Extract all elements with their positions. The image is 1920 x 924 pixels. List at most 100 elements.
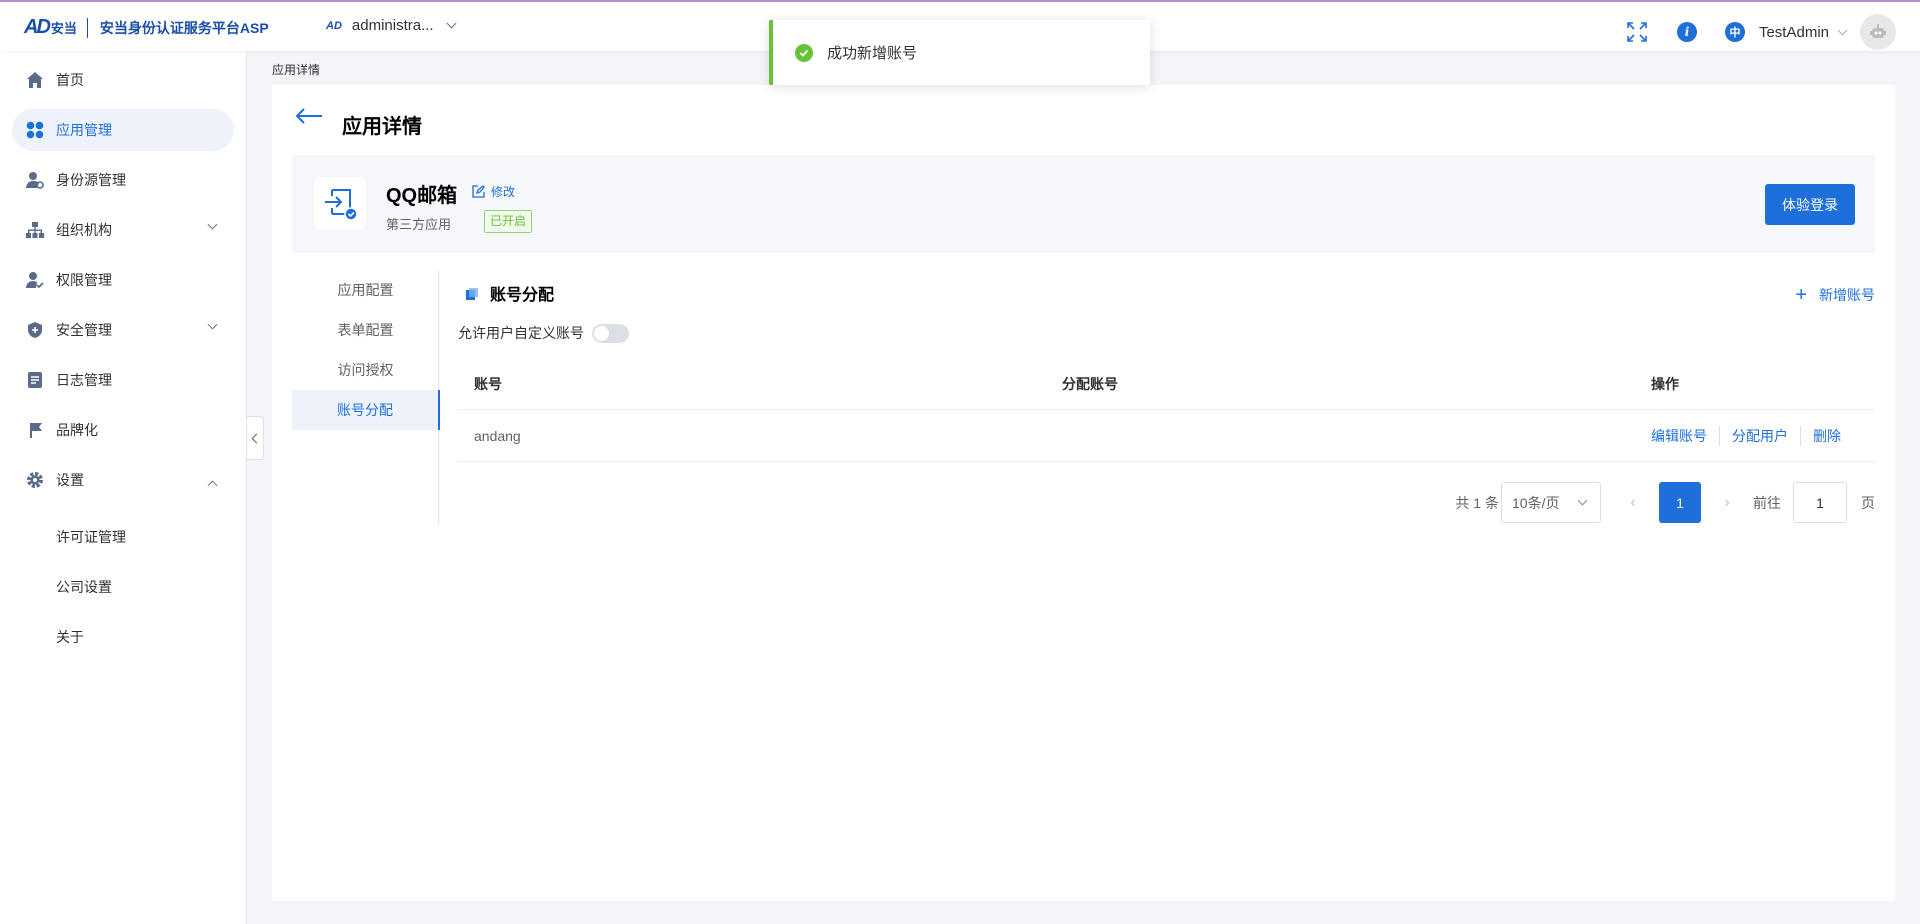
table-header: 账号 分配账号 操作 bbox=[458, 359, 1875, 410]
custom-account-toggle[interactable] bbox=[592, 323, 629, 343]
column-header-account: 账号 bbox=[474, 376, 502, 392]
tenant-switcher[interactable]: AD administra... bbox=[326, 17, 457, 34]
chevron-down-icon bbox=[446, 18, 457, 29]
sidebar-item-label: 首页 bbox=[56, 72, 84, 88]
info-icon[interactable]: i bbox=[1676, 22, 1697, 42]
cell-account: andang bbox=[474, 427, 521, 444]
edit-app-link[interactable]: 修改 bbox=[472, 183, 515, 200]
app-login-icon bbox=[314, 177, 366, 229]
page-size-select[interactable]: 10条/页 bbox=[1501, 482, 1601, 523]
goto-page-input[interactable]: 1 bbox=[1793, 482, 1847, 523]
page-title: 应用详情 bbox=[342, 116, 422, 138]
sidebar: 首页 应用管理 身份源管理 组织机构 权限管理 安全管理 日志管理 品牌化 设置… bbox=[0, 51, 247, 924]
fullscreen-icon[interactable] bbox=[1627, 22, 1647, 42]
add-account-label: 新增账号 bbox=[1819, 287, 1875, 303]
edit-icon bbox=[472, 185, 485, 198]
permission-icon bbox=[26, 271, 44, 289]
breadcrumb: 应用详情 bbox=[272, 63, 321, 77]
sidebar-item-brand[interactable]: 品牌化 bbox=[12, 409, 234, 451]
user-name[interactable]: TestAdmin bbox=[1759, 24, 1829, 41]
chevron-down-icon bbox=[207, 319, 218, 330]
sidebar-subitem-company[interactable]: 公司设置 bbox=[56, 577, 112, 597]
toast-message: 成功新增账号 bbox=[827, 45, 918, 62]
sidebar-item-label: 日志管理 bbox=[56, 372, 112, 388]
add-account-button[interactable]: + 新增账号 bbox=[1795, 285, 1875, 305]
section-title: 账号分配 bbox=[466, 281, 554, 305]
try-login-button[interactable]: 体验登录 bbox=[1765, 184, 1855, 225]
app-info-panel: QQ邮箱 修改 第三方应用 已开启 体验登录 bbox=[292, 155, 1875, 253]
sidebar-item-org[interactable]: 组织机构 bbox=[12, 209, 234, 251]
op-divider bbox=[1800, 425, 1801, 446]
sidebar-item-label: 组织机构 bbox=[56, 222, 112, 238]
page-number-current[interactable]: 1 bbox=[1659, 482, 1701, 523]
log-icon bbox=[26, 371, 44, 389]
sidebar-item-identity-source[interactable]: 身份源管理 bbox=[12, 159, 234, 201]
edit-label: 修改 bbox=[491, 185, 516, 199]
sidebar-item-label: 设置 bbox=[56, 472, 84, 488]
identity-source-icon bbox=[26, 171, 44, 189]
sidebar-item-label: 安全管理 bbox=[56, 322, 112, 338]
success-toast: 成功新增账号 bbox=[769, 20, 1150, 85]
app-name: QQ邮箱 bbox=[386, 185, 458, 207]
sidebar-subitem-about[interactable]: 关于 bbox=[56, 627, 84, 647]
chevron-down-icon bbox=[1577, 495, 1588, 506]
logo-mark: AD bbox=[24, 16, 51, 38]
sidebar-collapse-button[interactable] bbox=[247, 416, 264, 460]
custom-account-setting: 允许用户自定义账号 bbox=[458, 323, 629, 343]
sidebar-subitem-license[interactable]: 许可证管理 bbox=[56, 527, 126, 547]
next-page-button[interactable]: › bbox=[1707, 494, 1747, 512]
tab-form-config[interactable]: 表单配置 bbox=[292, 310, 439, 350]
sidebar-item-apps[interactable]: 应用管理 bbox=[12, 109, 234, 151]
brand-icon bbox=[26, 421, 44, 439]
side-tabs: 应用配置 表单配置 访问授权 账号分配 bbox=[292, 270, 440, 525]
main-card: 应用详情 QQ邮箱 修改 第三方应用 已开启 体验登录 应用配置 表单配置 访问… bbox=[272, 85, 1895, 901]
logo[interactable]: AD 安当 安当身份认证服务平台ASP bbox=[24, 16, 269, 39]
chevron-down-icon bbox=[207, 219, 218, 230]
goto-label: 前往 bbox=[1753, 494, 1781, 511]
chevron-left-icon bbox=[251, 433, 262, 443]
chevron-down-icon[interactable] bbox=[1837, 25, 1848, 35]
column-header-ops: 操作 bbox=[1651, 376, 1679, 392]
sidebar-item-label: 身份源管理 bbox=[56, 172, 126, 188]
sidebar-item-log[interactable]: 日志管理 bbox=[12, 359, 234, 401]
sidebar-item-home[interactable]: 首页 bbox=[12, 59, 234, 101]
table-row: andang 编辑账号 分配用户 删除 bbox=[458, 410, 1875, 462]
section-cube-icon bbox=[466, 287, 478, 300]
cell-ops: 编辑账号 分配用户 删除 bbox=[1651, 410, 1841, 461]
tab-access-auth[interactable]: 访问授权 bbox=[292, 350, 439, 390]
prev-page-button[interactable]: ‹ bbox=[1613, 494, 1653, 512]
sidebar-item-label: 应用管理 bbox=[56, 122, 112, 138]
plus-icon: + bbox=[1795, 284, 1807, 306]
avatar[interactable] bbox=[1860, 14, 1896, 50]
platform-title: 安当身份认证服务平台ASP bbox=[99, 19, 269, 36]
edit-account-link[interactable]: 编辑账号 bbox=[1651, 426, 1707, 446]
section-title-text: 账号分配 bbox=[490, 287, 555, 304]
chevron-up-icon bbox=[207, 480, 218, 491]
account-table: 账号 分配账号 操作 andang 编辑账号 分配用户 删除 bbox=[458, 359, 1875, 462]
gear-icon bbox=[26, 471, 44, 489]
home-icon bbox=[26, 71, 44, 89]
sidebar-item-permission[interactable]: 权限管理 bbox=[12, 259, 234, 301]
sidebar-item-settings[interactable]: 设置 bbox=[12, 459, 234, 501]
sidebar-item-label: 权限管理 bbox=[56, 272, 112, 288]
tenant-name: administra... bbox=[351, 17, 434, 34]
pagination-total: 共 1 条 bbox=[1455, 494, 1499, 511]
status-badge: 已开启 bbox=[484, 210, 533, 233]
assign-user-link[interactable]: 分配用户 bbox=[1732, 426, 1788, 446]
shield-icon bbox=[26, 321, 44, 339]
success-check-icon bbox=[795, 43, 813, 62]
pagination: 共 1 条 10条/页 ‹ 1 › 前往 1 页 bbox=[1455, 482, 1875, 523]
sidebar-item-security[interactable]: 安全管理 bbox=[12, 309, 234, 351]
delete-link[interactable]: 删除 bbox=[1813, 426, 1841, 446]
tab-account-assign[interactable]: 账号分配 bbox=[292, 390, 440, 430]
back-arrow-icon[interactable] bbox=[294, 107, 324, 128]
page-unit: 页 bbox=[1861, 494, 1875, 511]
sidebar-item-label: 品牌化 bbox=[56, 422, 98, 438]
page-size-value: 10条/页 bbox=[1512, 494, 1560, 511]
logo-divider bbox=[86, 17, 88, 38]
org-tree-icon bbox=[26, 221, 44, 239]
language-icon[interactable]: 中 bbox=[1724, 22, 1745, 42]
apps-icon bbox=[26, 121, 44, 139]
tab-app-config[interactable]: 应用配置 bbox=[292, 270, 439, 310]
toggle-label: 允许用户自定义账号 bbox=[458, 325, 584, 341]
